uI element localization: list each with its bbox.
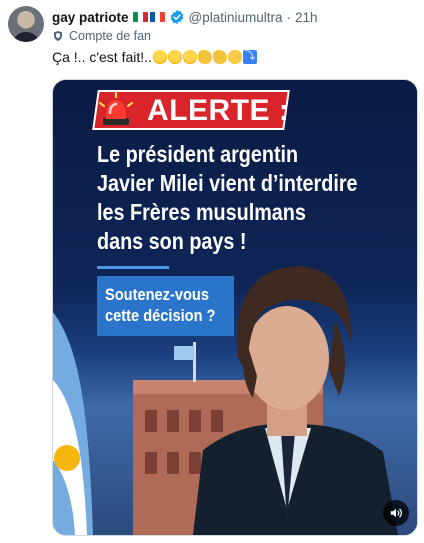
- question-line: cette décision ?: [105, 306, 216, 325]
- header-separator: ·: [286, 9, 292, 25]
- tweet-body: Ça !.. c'est fait!..: [52, 49, 152, 65]
- flexed-biceps-icon: [212, 50, 227, 64]
- flexed-biceps-icon: [197, 50, 212, 64]
- fan-account-text: Compte de fan: [69, 29, 151, 43]
- siren-icon: [98, 91, 134, 125]
- author-avatar[interactable]: [8, 6, 44, 42]
- tweet-header: gay patriote @platiniumultra · 21h: [52, 8, 318, 26]
- headline-line: Javier Milei vient d’interdire: [97, 170, 358, 196]
- author-name[interactable]: gay patriote: [52, 10, 129, 25]
- emoji-row: ⤵: [152, 50, 257, 64]
- headline-line: dans son pays !: [97, 228, 247, 254]
- tweet-media-video[interactable]: ALERTE : Le président argentin Javier Mi…: [52, 79, 418, 536]
- clapping-hands-icon: [227, 50, 242, 64]
- headline-line: Le président argentin: [97, 141, 299, 167]
- laughing-emoji-icon: [182, 50, 197, 64]
- speaker-icon: [390, 508, 402, 518]
- italy-flag-icon: [132, 12, 148, 22]
- headline-line: les Frères musulmans: [97, 199, 306, 225]
- laughing-emoji-icon: [167, 50, 182, 64]
- media-poster: ALERTE : Le président argentin Javier Mi…: [53, 80, 417, 535]
- verified-badge-icon: [170, 10, 183, 24]
- shield-icon: [54, 31, 62, 41]
- tweet-text: Ça !.. c'est fait!.. ⤵: [52, 48, 257, 66]
- poster-question: Soutenez-vous cette décision ?: [105, 284, 215, 326]
- france-flag-icon: [149, 12, 165, 22]
- question-line: Soutenez-vous: [105, 285, 209, 304]
- flag-emojis: [132, 12, 165, 22]
- arrow-down-icon: ⤵: [242, 50, 257, 64]
- laughing-emoji-icon: [152, 50, 167, 64]
- author-handle[interactable]: @platiniumultra: [189, 10, 283, 25]
- divider-rule: [97, 266, 169, 269]
- fan-account-label: Compte de fan: [52, 28, 151, 44]
- tweet-timestamp[interactable]: 21h: [295, 10, 318, 25]
- alert-label: ALERTE :: [147, 94, 290, 127]
- volume-button[interactable]: [383, 500, 409, 526]
- poster-headline: Le président argentin Javier Milei vient…: [97, 140, 372, 256]
